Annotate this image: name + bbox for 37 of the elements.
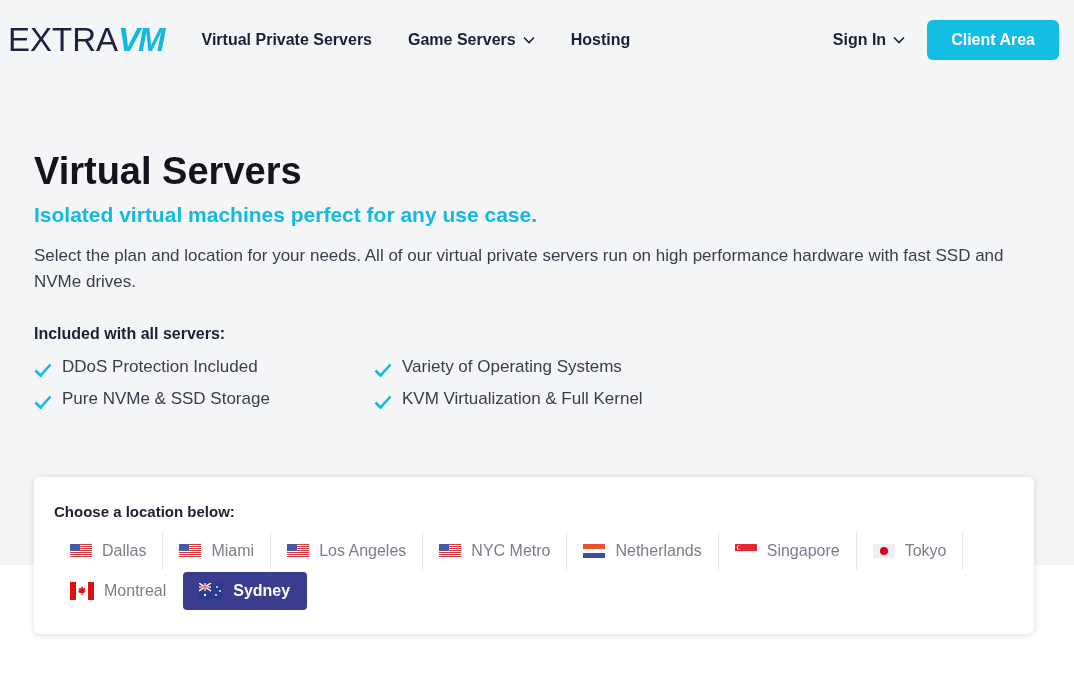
location-tab[interactable]: Dallas xyxy=(54,532,164,570)
location-tab[interactable]: Montreal xyxy=(54,572,184,610)
location-heading: Choose a location below: xyxy=(54,503,236,520)
logo[interactable]: EXTRAVM xyxy=(8,21,164,59)
location-tab[interactable]: NYC Metro xyxy=(423,532,568,570)
flag-icon xyxy=(734,544,757,551)
feature-text: KVM Virtualization & Full Kernel xyxy=(402,389,643,409)
sign-in-link[interactable]: Sign In xyxy=(832,31,906,49)
location-tab[interactable]: Singapore xyxy=(718,532,857,570)
nav-link[interactable]: Game Servers xyxy=(408,31,535,49)
feature-text: Variety of Operating Systems xyxy=(402,357,622,377)
location-tab[interactable]: Los Angeles xyxy=(271,532,424,570)
flag-icon xyxy=(70,582,94,600)
location-tab[interactable]: Tokyo xyxy=(856,532,964,570)
flag-icon xyxy=(199,583,224,599)
location-tab[interactable]: Miami xyxy=(163,532,272,570)
description: Select the plan and location for your needs. All of our virtual private servers run on high performance hardware with fast SSD and NVMe drives. xyxy=(34,245,1005,293)
flag-icon xyxy=(439,544,462,558)
flag-icon xyxy=(583,544,606,558)
check-icon xyxy=(34,395,52,409)
flag-icon xyxy=(179,544,202,558)
check-icon xyxy=(374,363,392,377)
features-heading: Included with all servers: xyxy=(34,325,227,343)
feature-text: Pure NVMe & SSD Storage xyxy=(62,389,270,409)
location-tab[interactable]: Sydney xyxy=(183,572,308,610)
client-area-button[interactable]: Client Area xyxy=(927,20,1059,60)
flag-icon xyxy=(287,544,310,558)
check-icon xyxy=(374,395,392,409)
nav-link[interactable]: Virtual Private Servers xyxy=(201,31,372,49)
page-title: Virtual Servers xyxy=(34,150,303,193)
nav-link[interactable]: Hosting xyxy=(570,31,631,49)
feature-text: DDoS Protection Included xyxy=(62,357,258,377)
flag-icon xyxy=(872,544,895,558)
check-icon xyxy=(34,363,52,377)
flag-icon xyxy=(70,544,92,558)
location-tab[interactable]: Netherlands xyxy=(567,532,719,570)
subtitle: Isolated virtual machines perfect for any use case. xyxy=(34,203,539,227)
